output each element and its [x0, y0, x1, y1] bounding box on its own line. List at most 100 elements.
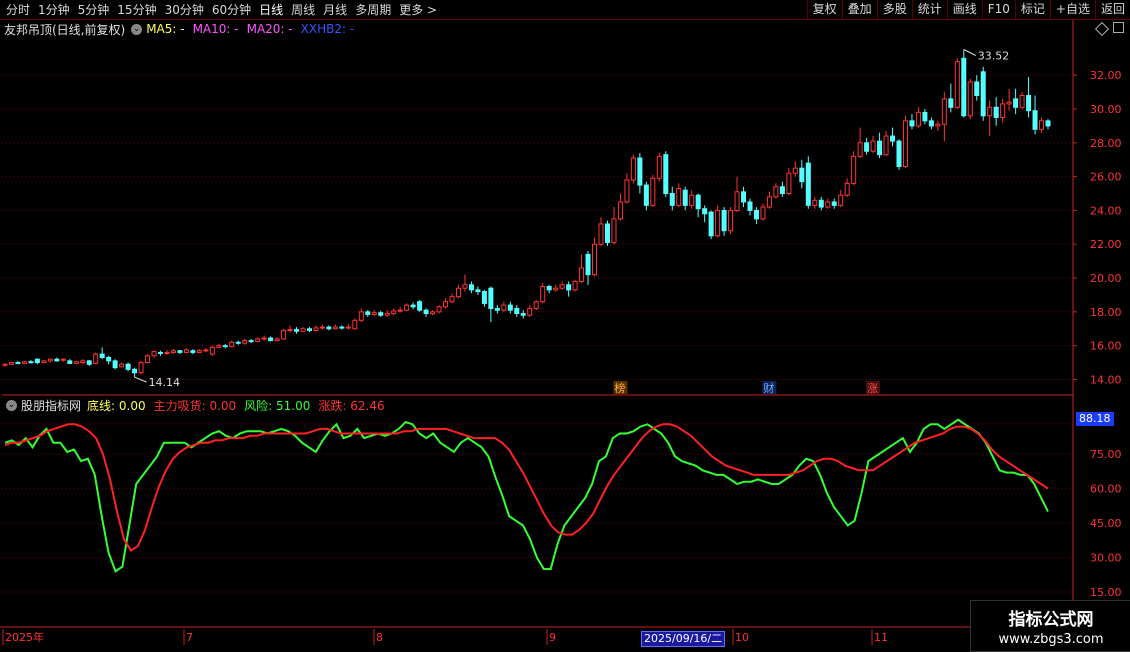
candle-body — [352, 319, 358, 330]
event-tag: 涨 — [867, 382, 878, 395]
candle-body — [138, 362, 144, 374]
candle-body — [494, 307, 500, 311]
candle-body — [799, 167, 805, 183]
indicator-line — [4, 418, 1049, 573]
candle-body — [248, 340, 254, 343]
candle-body — [864, 142, 870, 152]
candle-body — [67, 360, 73, 364]
candle-body — [993, 106, 999, 118]
candle-body — [883, 135, 889, 156]
candle-body — [170, 350, 176, 353]
period-tab-0[interactable]: 分时 — [2, 1, 34, 18]
candle-body — [844, 182, 850, 196]
candle-body — [741, 191, 747, 203]
candle-body — [708, 211, 714, 237]
candle-body — [287, 329, 293, 332]
candle-body — [430, 311, 436, 315]
period-tab-4[interactable]: 30分钟 — [161, 1, 208, 18]
toolbar-button-2[interactable]: 多股 — [876, 0, 912, 19]
candle-body — [99, 353, 105, 359]
toolbar-button-8[interactable]: 返回 — [1094, 0, 1130, 19]
period-tab-9[interactable]: 多周期 — [351, 1, 395, 18]
toolbar-button-1[interactable]: 叠加 — [841, 0, 877, 19]
watermark-url: www.zbgs3.com — [998, 632, 1104, 647]
candle-body — [1019, 94, 1025, 108]
price-tick-label: 26.00 — [1090, 171, 1122, 184]
toolbar-button-0[interactable]: 复权 — [806, 0, 842, 19]
ma-legend-item: MA5: - — [146, 22, 185, 36]
candle-body — [209, 346, 215, 355]
candle-body — [553, 287, 559, 291]
candle-body — [980, 71, 986, 117]
candle-body — [805, 162, 811, 206]
candle-body — [851, 155, 857, 184]
candle-body — [825, 201, 831, 208]
candle-body — [857, 142, 863, 157]
price-tick-label: 30.00 — [1090, 103, 1122, 116]
candle-body — [689, 194, 695, 206]
date-label: 7 — [186, 631, 193, 644]
candle-body — [533, 301, 539, 309]
candle-body — [566, 284, 572, 291]
period-tab-5[interactable]: 60分钟 — [208, 1, 255, 18]
toolbar-button-4[interactable]: 画线 — [946, 0, 982, 19]
period-tab-3[interactable]: 15分钟 — [113, 1, 160, 18]
candle-body — [812, 199, 818, 206]
candle-body — [365, 311, 371, 315]
period-tab-2[interactable]: 5分钟 — [74, 1, 114, 18]
indicator-tick-label: 75.00 — [1090, 448, 1122, 461]
period-tab-7[interactable]: 周线 — [287, 1, 319, 18]
price-tick-label: 16.00 — [1090, 340, 1122, 353]
candle-body — [332, 326, 338, 330]
toolbar-right-buttons: 复权 叠加 多股 统计 画线 F10 标记 +自选 返回 — [806, 0, 1130, 19]
candle-body — [281, 329, 287, 340]
candle-body — [922, 111, 928, 122]
price-axis: 14.00 16.00 18.00 20.00 22.00 24.00 26.00 28.00… — [2, 69, 1122, 645]
ma-legend: MA5: - MA10: - MA20: - XXHB2: - — [146, 22, 362, 36]
candle-body — [300, 328, 306, 332]
chevron-down-icon[interactable]: ⌄ — [6, 399, 17, 411]
candle-body — [870, 140, 876, 152]
toolbar-button-5[interactable]: F10 — [981, 0, 1015, 19]
toolbar-button-6[interactable]: 标记 — [1014, 0, 1050, 19]
price-tick-label: 32.00 — [1090, 69, 1122, 82]
ma-legend-item: MA20: - — [246, 22, 293, 36]
period-tab-1[interactable]: 1分钟 — [34, 1, 74, 18]
chart-corner-icons — [1094, 21, 1124, 37]
candle-body — [222, 345, 228, 348]
ma-legend-item: XXHB2: - — [300, 22, 355, 36]
date-label: 10 — [735, 631, 749, 644]
candle-body — [728, 209, 734, 232]
candle-body — [190, 350, 196, 353]
candle-body — [462, 284, 468, 289]
candle-body — [15, 362, 21, 365]
window-icon[interactable] — [1113, 22, 1124, 33]
candle-body — [961, 57, 967, 117]
candle-body — [93, 353, 99, 364]
diamond-icon[interactable] — [1094, 21, 1110, 37]
candle-body — [838, 194, 844, 206]
period-tab-10[interactable]: 更多 > — [395, 1, 441, 18]
price-tick-label: 28.00 — [1090, 137, 1122, 150]
candle-body — [702, 208, 708, 215]
period-tab-6[interactable]: 日线 — [255, 1, 287, 18]
indicator-header: ⌄ 股朋指标网 底线: 0.00 主力吸货: 0.00 风险: 51.00 涨跌: 6… — [0, 397, 393, 413]
candle-body — [294, 329, 300, 332]
candle-body — [818, 199, 824, 208]
candle-body — [669, 193, 675, 206]
price-tick-label: 22.00 — [1090, 238, 1122, 251]
period-tab-8[interactable]: 月线 — [319, 1, 351, 18]
toolbar-button-3[interactable]: 统计 — [911, 0, 947, 19]
candle-body — [475, 289, 481, 293]
candle-body — [488, 287, 494, 309]
candle-body — [41, 360, 47, 364]
candle-body — [935, 123, 941, 127]
indicator-legend-item: 底线: 0.00 — [87, 398, 146, 413]
chevron-down-icon[interactable]: ⌄ — [131, 23, 143, 35]
candle-body — [682, 189, 688, 206]
candle-body — [326, 326, 332, 330]
toolbar-button-7[interactable]: +自选 — [1049, 0, 1095, 19]
candle-body — [831, 201, 837, 206]
candle-body — [34, 358, 40, 364]
watermark-title: 指标公式网 — [1008, 610, 1094, 630]
